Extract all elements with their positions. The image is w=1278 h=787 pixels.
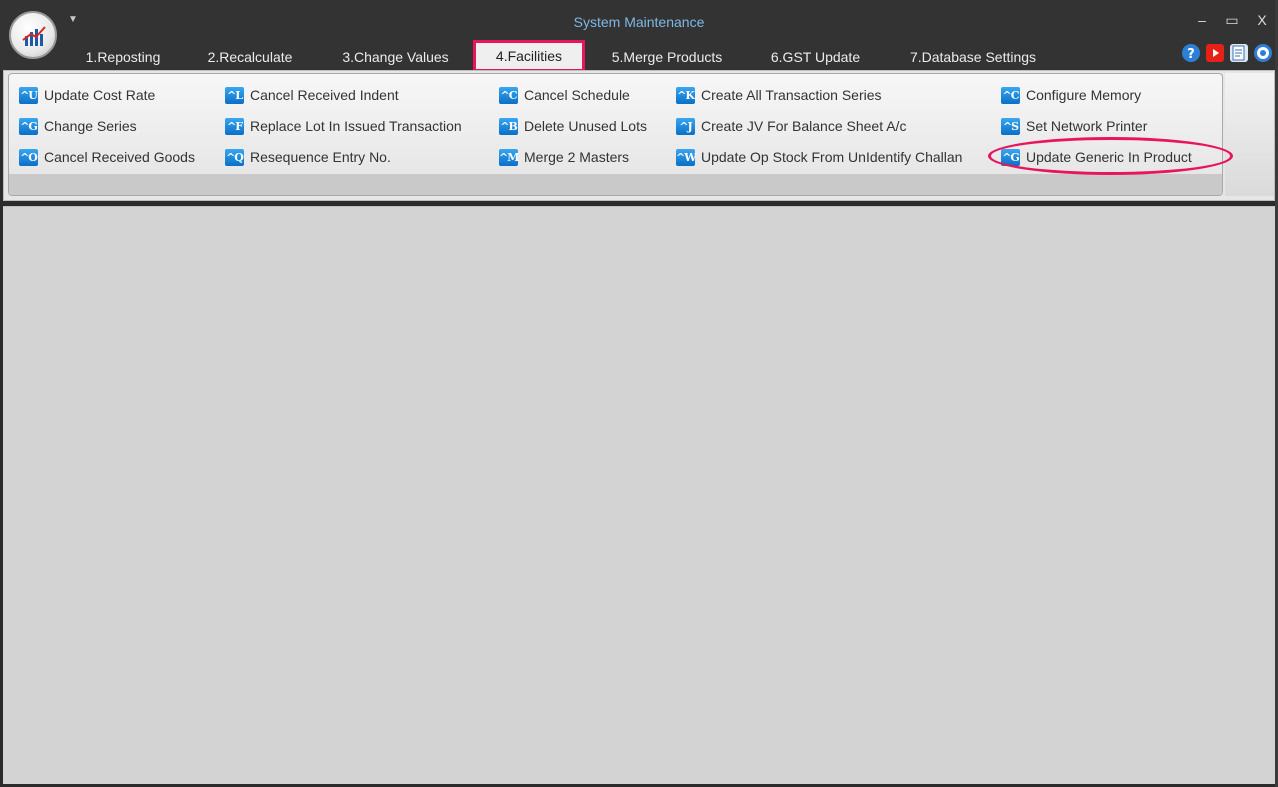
cancel-schedule-button[interactable]: ^C Cancel Schedule — [499, 85, 630, 105]
shortcut-key-icon: ^O — [19, 148, 38, 166]
minimize-button[interactable]: – — [1194, 11, 1210, 29]
item-label: Delete Unused Lots — [524, 118, 647, 134]
update-cost-rate-button[interactable]: ^U Update Cost Rate — [19, 85, 155, 105]
main-content-area — [3, 206, 1275, 784]
shortcut-key-icon: ^J — [676, 117, 695, 135]
youtube-icon[interactable] — [1206, 44, 1224, 62]
update-op-stock-from-unidentify-challan-button[interactable]: ^W Update Op Stock From UnIdentify Chall… — [676, 147, 962, 167]
shortcut-key-icon: ^S — [1001, 117, 1020, 135]
help-icon-group: ? — [1182, 44, 1272, 62]
ribbon-tab-bar: 1.Reposting 2.Recalculate 3.Change Value… — [0, 40, 1278, 72]
shortcut-key-icon: ^G — [19, 117, 38, 135]
cancel-received-goods-button[interactable]: ^O Cancel Received Goods — [19, 147, 195, 167]
tab-gst-update[interactable]: 6.GST Update — [757, 44, 874, 70]
ribbon-side-panel — [1225, 73, 1274, 196]
shortcut-key-icon: ^Q — [225, 148, 244, 166]
shortcut-key-icon: ^C — [1001, 86, 1020, 104]
highlight-annotation-ellipse — [988, 137, 1233, 175]
create-jv-for-balance-sheet-button[interactable]: ^J Create JV For Balance Sheet A/c — [676, 116, 906, 136]
tab-facilities[interactable]: 4.Facilities — [473, 40, 585, 72]
window-title: System Maintenance — [573, 14, 705, 30]
shortcut-key-icon: ^F — [225, 117, 244, 135]
info-icon[interactable] — [1254, 44, 1272, 62]
replace-lot-in-issued-transaction-button[interactable]: ^F Replace Lot In Issued Transaction — [225, 116, 462, 136]
svg-text:?: ? — [1187, 47, 1195, 62]
item-label: Cancel Received Goods — [44, 149, 195, 165]
notes-icon[interactable] — [1230, 44, 1248, 62]
shortcut-key-icon: ^M — [499, 148, 519, 166]
window-controls: – ▭ X — [1194, 11, 1270, 29]
shortcut-key-icon: ^L — [225, 86, 244, 104]
ribbon-footer — [9, 174, 1222, 195]
close-button[interactable]: X — [1254, 11, 1270, 29]
title-bar: System Maintenance ▼ – ▭ X — [0, 0, 1278, 44]
shortcut-key-icon: ^W — [676, 148, 697, 166]
tab-reposting[interactable]: 1.Reposting — [72, 44, 174, 70]
maximize-button[interactable]: ▭ — [1224, 11, 1240, 29]
quick-access-arrow-icon[interactable]: ▼ — [68, 14, 78, 25]
item-label: Resequence Entry No. — [250, 149, 391, 165]
create-all-transaction-series-button[interactable]: ^K Create All Transaction Series — [676, 85, 882, 105]
cancel-received-indent-button[interactable]: ^L Cancel Received Indent — [225, 85, 399, 105]
shortcut-key-icon: ^U — [19, 86, 38, 104]
tab-change-values[interactable]: 3.Change Values — [327, 44, 464, 70]
tab-database-settings[interactable]: 7.Database Settings — [894, 44, 1052, 70]
tab-recalculate[interactable]: 2.Recalculate — [193, 44, 307, 70]
resequence-entry-no-button[interactable]: ^Q Resequence Entry No. — [225, 147, 391, 167]
change-series-button[interactable]: ^G Change Series — [19, 116, 137, 136]
item-label: Create All Transaction Series — [701, 87, 882, 103]
item-label: Change Series — [44, 118, 137, 134]
item-label: Cancel Schedule — [524, 87, 630, 103]
tab-merge-products[interactable]: 5.Merge Products — [596, 44, 738, 70]
merge-2-masters-button[interactable]: ^M Merge 2 Masters — [499, 147, 629, 167]
delete-unused-lots-button[interactable]: ^B Delete Unused Lots — [499, 116, 647, 136]
item-label: Merge 2 Masters — [524, 149, 630, 165]
item-label: Update Cost Rate — [44, 87, 156, 103]
item-label: Create JV For Balance Sheet A/c — [701, 118, 907, 134]
shortcut-key-icon: ^C — [499, 86, 518, 104]
configure-memory-button[interactable]: ^C Configure Memory — [1001, 85, 1141, 105]
item-label: Update Op Stock From UnIdentify Challan — [701, 149, 963, 165]
item-label: Set Network Printer — [1026, 118, 1148, 134]
shortcut-key-icon: ^B — [499, 117, 518, 135]
help-icon[interactable]: ? — [1182, 44, 1200, 62]
app-logo-icon[interactable] — [9, 11, 57, 59]
set-network-printer-button[interactable]: ^S Set Network Printer — [1001, 116, 1147, 136]
item-label: Cancel Received Indent — [250, 87, 399, 103]
item-label: Replace Lot In Issued Transaction — [250, 118, 462, 134]
item-label: Configure Memory — [1026, 87, 1142, 103]
shortcut-key-icon: ^K — [676, 86, 695, 104]
system-maintenance-window: System Maintenance ▼ – ▭ X 1.Reposting 2… — [0, 0, 1278, 787]
